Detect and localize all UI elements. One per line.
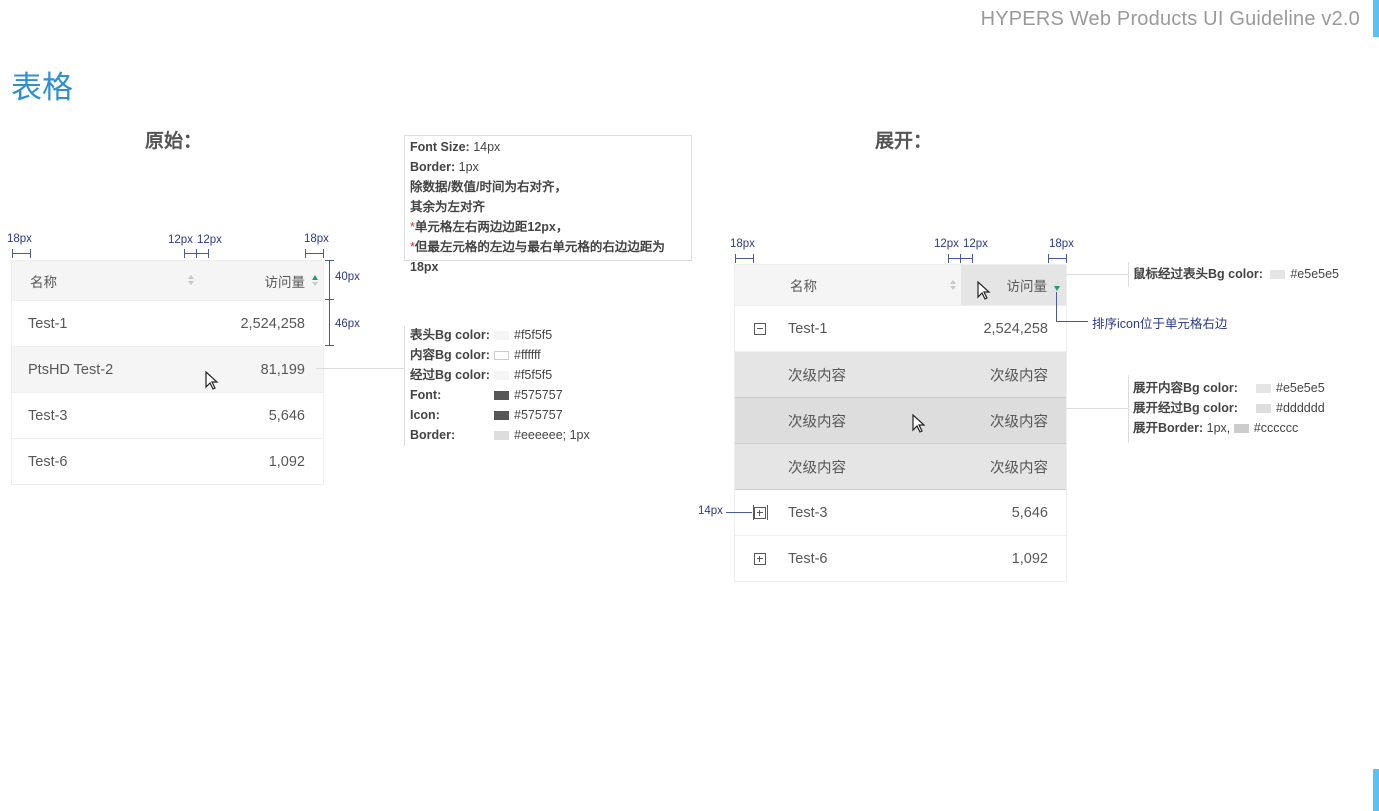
original-color-spec: 表头Bg color: #f5f5f5 内容Bg color: #ffffff 经过…: [410, 328, 590, 442]
sort-icon-note: 排序icon位于单元格右边: [1092, 317, 1228, 331]
column-visits-header-hover[interactable]: 访问量: [961, 265, 1066, 305]
sub-row-hover[interactable]: 次级内容 次级内容: [735, 398, 1066, 444]
column-visits-header[interactable]: 访问量: [265, 271, 306, 291]
measure-cell-padding-left: 12px: [168, 234, 193, 246]
measure-header-height: 40px: [335, 271, 360, 283]
header-hover-spec: 鼠标经过表头Bg color: #e5e5e5: [1133, 267, 1340, 281]
original-table: 名称 访问量 Test-1 2,524,258 PtsHD Test-2 81,…: [11, 260, 324, 485]
measure-right-padding: 18px: [1049, 238, 1074, 250]
sub-row-value: 次级内容: [990, 414, 1048, 430]
accent-bar-bottom: [1373, 769, 1379, 811]
expanded-color-spec: 展开内容Bg color: #e5e5e5 展开经过Bg color: #ddddd…: [1133, 381, 1325, 435]
sub-row-value: 次级内容: [990, 460, 1048, 476]
section-title-expanded: 展开：: [875, 131, 933, 152]
accent-bar-top: [1373, 0, 1379, 37]
sub-row-value: 次级内容: [990, 368, 1048, 384]
row-value: 2,524,258: [240, 315, 305, 332]
row-name: Test-3: [28, 407, 68, 424]
table-row[interactable]: Test-1 2,524,258: [735, 306, 1066, 352]
row-name: PtsHD Test-2: [28, 361, 114, 378]
column-visits-header[interactable]: 访问量: [1007, 275, 1048, 295]
section-title-original: 原始：: [145, 131, 203, 152]
mouse-cursor-icon: [977, 281, 991, 300]
measure-right-padding: 18px: [304, 233, 329, 245]
table-row[interactable]: Test-3 5,646: [735, 490, 1066, 536]
row-name: Test-1: [28, 315, 68, 332]
sub-row-name: 次级内容: [788, 414, 846, 430]
expand-icon[interactable]: [754, 507, 766, 519]
table-header: 名称 访问量: [735, 265, 1066, 306]
table-row[interactable]: Test-1 2,524,258: [12, 301, 323, 347]
table-row[interactable]: Test-6 1,092: [12, 439, 323, 484]
sub-row-name: 次级内容: [788, 368, 846, 384]
sub-row[interactable]: 次级内容 次级内容: [735, 444, 1066, 490]
column-name-header[interactable]: 名称: [790, 275, 817, 295]
measure-cell-padding-right: 12px: [963, 238, 988, 250]
row-value: 5,646: [1011, 504, 1048, 521]
sub-row[interactable]: 次级内容 次级内容: [735, 352, 1066, 398]
sort-icon[interactable]: [950, 280, 956, 290]
column-name-header[interactable]: 名称: [30, 271, 57, 291]
expanded-table: 名称 访问量 Test-1 2,524,258 次级内容 次级内容 次级内容 次…: [734, 264, 1067, 582]
table-row[interactable]: Test-6 1,092: [735, 536, 1066, 581]
row-value: 81,199: [260, 361, 305, 378]
measure-icon-size: 14px: [698, 505, 723, 517]
document-title: HYPERS Web Products UI Guideline v2.0: [980, 8, 1360, 30]
mouse-cursor-icon: [205, 371, 219, 390]
measure-cell-padding-right: 12px: [197, 234, 222, 246]
table-row[interactable]: Test-3 5,646: [12, 393, 323, 439]
measure-left-padding: 18px: [7, 233, 32, 245]
sort-icon[interactable]: [188, 275, 194, 285]
row-value: 1,092: [268, 453, 305, 470]
mouse-cursor-icon: [912, 414, 926, 433]
row-name: Test-6: [28, 453, 68, 470]
row-value: 2,524,258: [983, 320, 1048, 337]
row-name: Test-6: [788, 550, 828, 567]
table-header: 名称 访问量: [12, 261, 323, 301]
sort-descending-icon[interactable]: [1054, 286, 1060, 291]
table-row-hover[interactable]: PtsHD Test-2 81,199: [12, 347, 323, 393]
collapse-icon[interactable]: [754, 323, 766, 335]
row-value: 5,646: [268, 407, 305, 424]
sub-row-name: 次级内容: [788, 460, 846, 476]
measure-cell-padding-left: 12px: [934, 238, 959, 250]
sort-descending-icon[interactable]: [312, 282, 318, 286]
row-name: Test-1: [788, 320, 828, 337]
measure-left-padding: 18px: [730, 238, 755, 250]
row-value: 1,092: [1011, 550, 1048, 567]
sort-ascending-icon[interactable]: [312, 275, 318, 280]
row-name: Test-3: [788, 504, 828, 521]
measure-row-height: 46px: [335, 318, 360, 330]
page-title: 表格: [11, 70, 73, 105]
expand-icon[interactable]: [754, 553, 766, 565]
spec-note-box: Font Size: 14px Border: 1px 除数据/数值/时间为右对…: [404, 135, 692, 274]
